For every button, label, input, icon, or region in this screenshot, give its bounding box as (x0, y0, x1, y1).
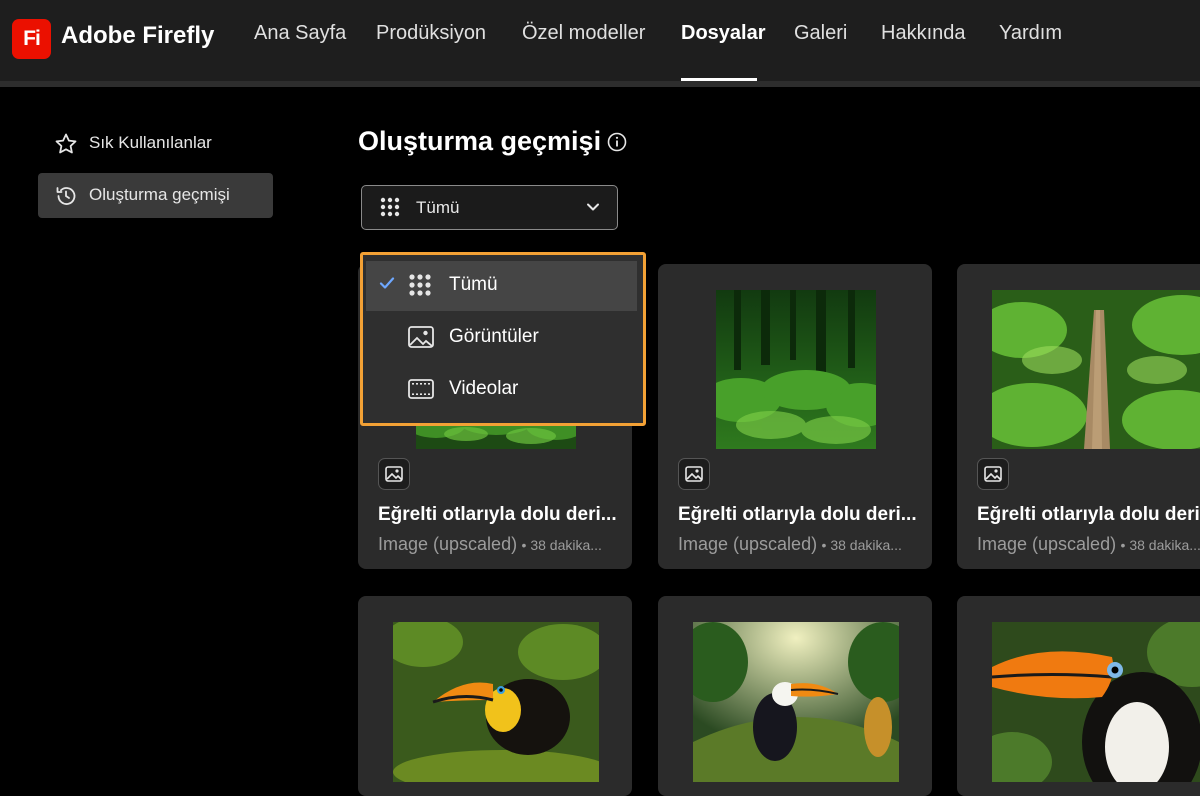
card-thumbnail (393, 622, 599, 782)
menu-item-all[interactable]: Tümü (366, 261, 637, 311)
image-type-badge (977, 458, 1009, 490)
history-card[interactable]: Eğrelti otlarıyla dolu deri... Image (up… (957, 264, 1200, 569)
chevron-down-icon (587, 203, 599, 211)
nav-item-production[interactable]: Prodüksiyon (376, 22, 486, 45)
firefly-logo[interactable]: Fi (12, 19, 51, 59)
menu-item-images[interactable]: Görüntüler (366, 313, 637, 363)
card-meta: Image (upscaled) • 38 dakika... (977, 534, 1200, 555)
card-title: Eğrelti otlarıyla dolu deri... (678, 504, 917, 525)
card-thumbnail (693, 622, 899, 782)
history-card[interactable] (358, 596, 632, 796)
history-icon (56, 187, 76, 205)
card-time: • 38 dakika... (1120, 537, 1200, 553)
nav-item-about[interactable]: Hakkında (881, 22, 966, 45)
card-meta: Image (upscaled) • 38 dakika... (678, 534, 902, 555)
active-nav-indicator (681, 78, 757, 81)
card-kind: Image (upscaled) (678, 534, 818, 554)
card-title: Eğrelti otlarıyla dolu deri... (977, 504, 1200, 525)
card-meta: Image (upscaled) • 38 dakika... (378, 534, 602, 555)
info-icon[interactable] (606, 131, 628, 153)
nav-item-gallery[interactable]: Galeri (794, 22, 847, 45)
image-icon (385, 466, 403, 482)
grid-icon (380, 197, 400, 217)
image-icon (685, 466, 703, 482)
history-card[interactable]: Eğrelti otlarıyla dolu deri... Image (up… (658, 264, 932, 569)
brand-name[interactable]: Adobe Firefly (61, 22, 214, 50)
history-card[interactable] (658, 596, 932, 796)
grid-icon (409, 274, 431, 296)
card-title: Eğrelti otlarıyla dolu deri... (378, 504, 617, 525)
filter-value: Tümü (416, 198, 460, 217)
card-time: • 38 dakika... (521, 537, 602, 553)
image-icon (984, 466, 1002, 482)
nav-item-home[interactable]: Ana Sayfa (254, 22, 346, 45)
type-filter-menu: Tümü Görüntüler Videolar (360, 252, 646, 426)
nav-item-help[interactable]: Yardım (999, 22, 1062, 45)
image-icon (408, 326, 434, 348)
sidebar-item-label: Oluşturma geçmişi (89, 185, 230, 204)
image-type-badge (678, 458, 710, 490)
card-time: • 38 dakika... (821, 537, 902, 553)
card-thumbnail (992, 622, 1200, 782)
sidebar-item-favorites[interactable]: Sık Kullanılanlar (38, 121, 273, 166)
menu-item-label: Tümü (449, 274, 498, 295)
nav-item-custom-models[interactable]: Özel modeller (522, 22, 645, 45)
sidebar-item-history[interactable]: Oluşturma geçmişi (38, 173, 273, 218)
nav-item-files[interactable]: Dosyalar (681, 22, 766, 45)
video-icon (408, 379, 434, 399)
history-card[interactable] (957, 596, 1200, 796)
page-title: Oluşturma geçmişi (358, 126, 602, 156)
card-thumbnail (992, 290, 1200, 449)
star-icon (55, 133, 77, 154)
menu-item-label: Videolar (449, 378, 519, 399)
sidebar-item-label: Sık Kullanılanlar (89, 133, 212, 152)
card-kind: Image (upscaled) (977, 534, 1117, 554)
top-navigation-bar: Fi Adobe Firefly Ana Sayfa Prodüksiyon Ö… (0, 0, 1200, 87)
type-filter-dropdown[interactable]: Tümü (361, 185, 618, 230)
menu-item-label: Görüntüler (449, 326, 539, 347)
card-thumbnail (716, 290, 876, 449)
card-kind: Image (upscaled) (378, 534, 518, 554)
image-type-badge (378, 458, 410, 490)
menu-item-videos[interactable]: Videolar (366, 365, 637, 415)
checkmark-icon (379, 277, 395, 289)
